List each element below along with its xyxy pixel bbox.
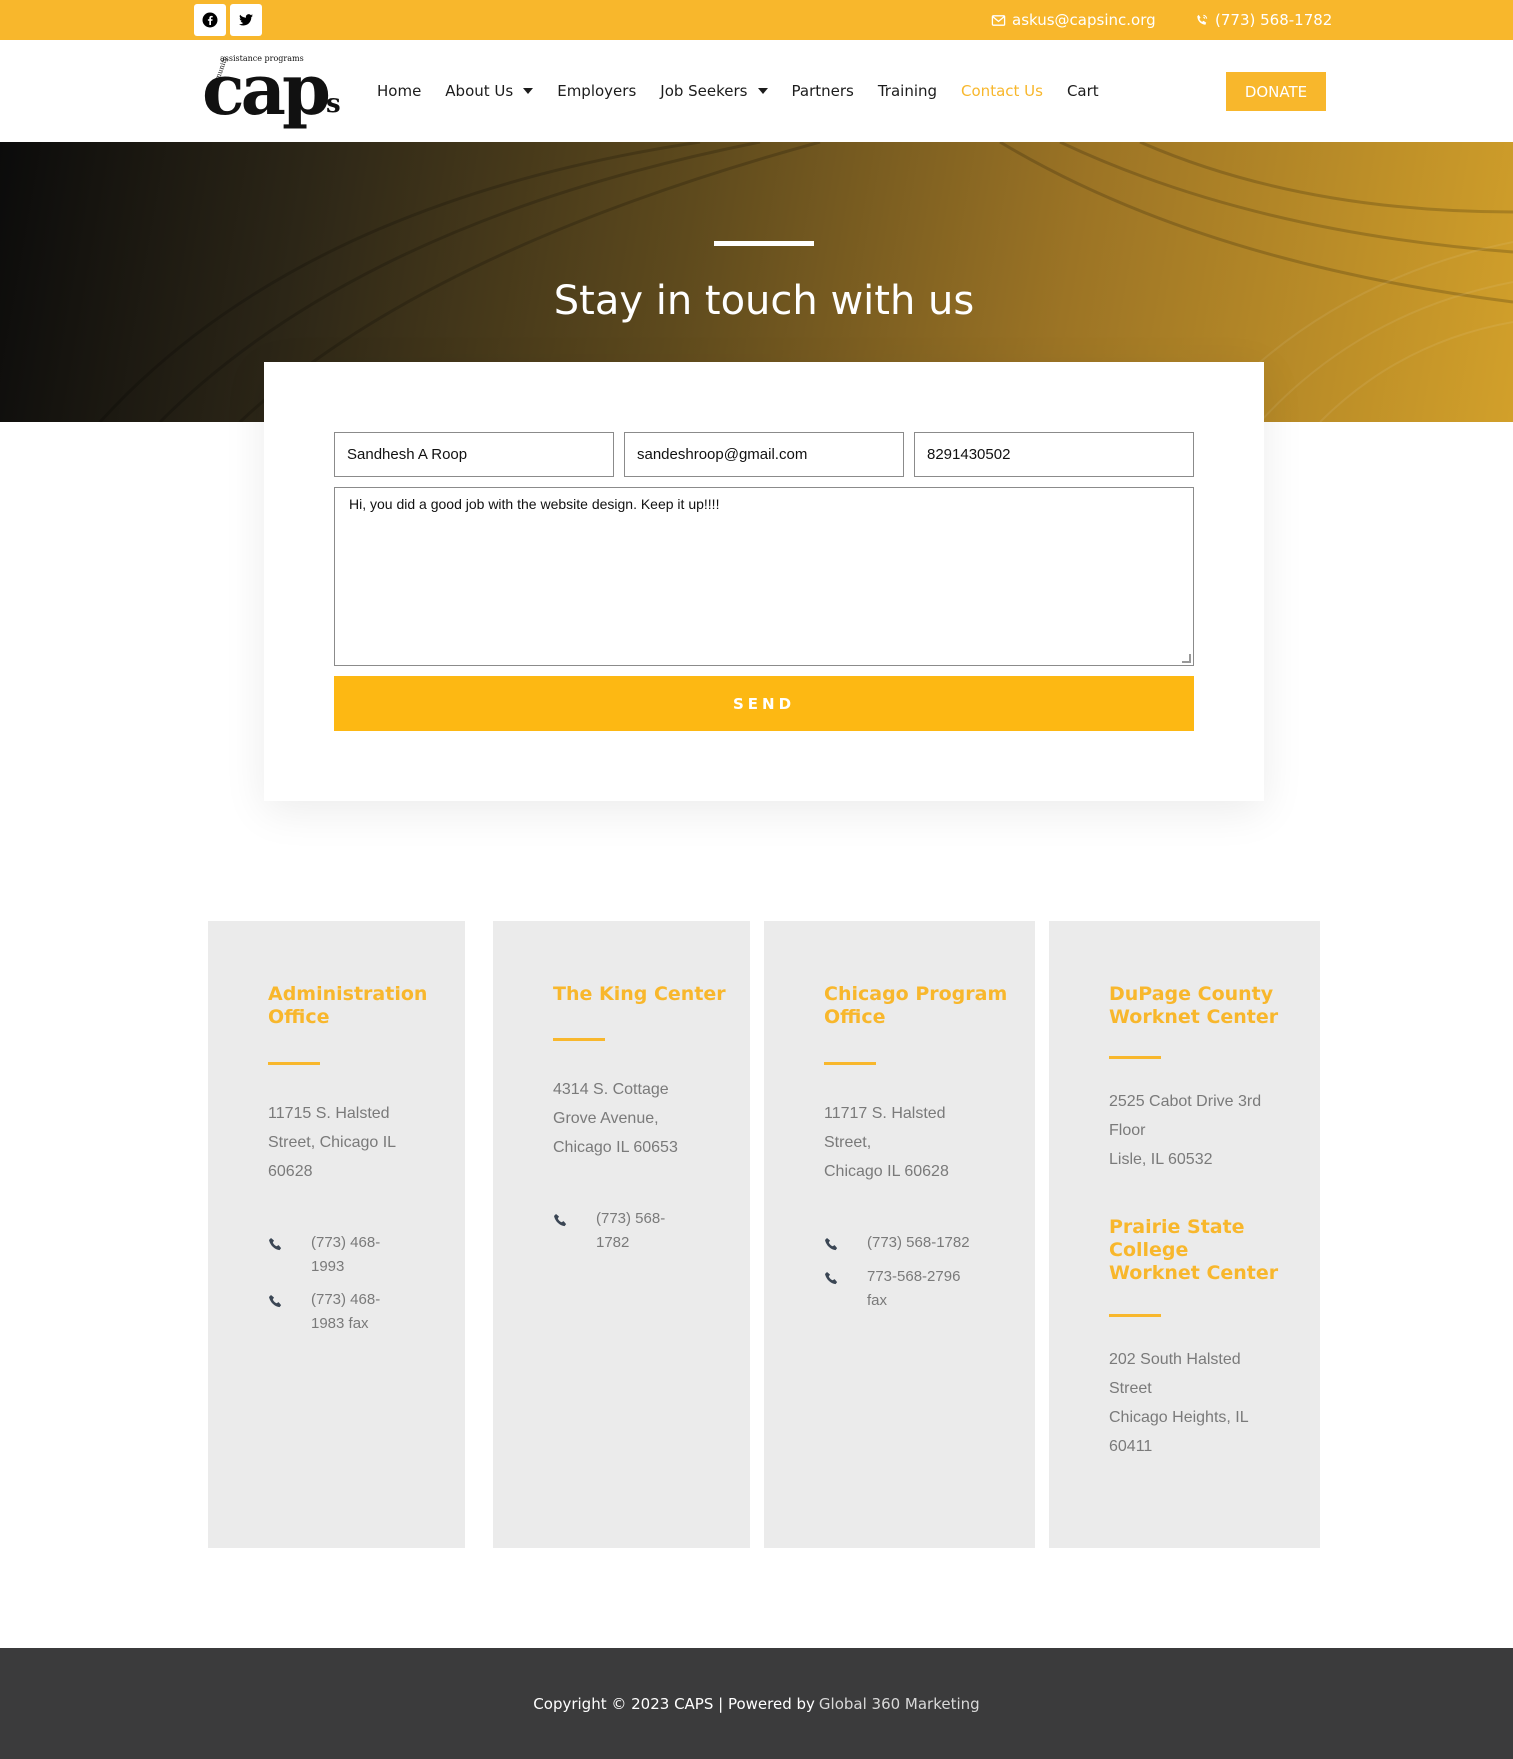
- office-card-dupage: DuPage County Worknet Center 2525 Cabot …: [1049, 921, 1320, 1548]
- office-fax[interactable]: (773) 468- 1983 fax: [268, 1288, 380, 1332]
- office-address-prairie-state: 202 South Halsted Street Chicago Heights…: [1109, 1351, 1249, 1455]
- svg-text:cap: cap: [202, 48, 329, 131]
- message-text: Hi, you did a good job with the website …: [349, 496, 720, 512]
- svg-text:s: s: [326, 89, 341, 119]
- office-title: The King Center: [553, 983, 726, 1005]
- email-field[interactable]: sandeshroop@gmail.com: [624, 432, 904, 477]
- office-phone[interactable]: (773) 468- 1993: [268, 1231, 380, 1275]
- nav-home[interactable]: Home: [377, 82, 421, 100]
- nav-job-seekers-label: Job Seekers: [660, 82, 748, 100]
- nav-about-us-label: About Us: [445, 82, 514, 100]
- facebook-icon: [202, 12, 218, 28]
- phone-icon: [269, 1238, 282, 1251]
- phone-icon: [269, 1295, 282, 1308]
- office-fax-text: (773) 468- 1983 fax: [311, 1291, 381, 1332]
- office-fax[interactable]: 773-568-2796 fax: [824, 1265, 960, 1309]
- office-address: 11717 S. Halsted Street, Chicago IL 6062…: [824, 1105, 949, 1180]
- nav-training[interactable]: Training: [878, 82, 937, 100]
- office-divider: [824, 1062, 876, 1065]
- copyright-text: Copyright © 2023 CAPS | Powered by: [533, 1694, 815, 1713]
- donate-button[interactable]: DONATE: [1226, 72, 1326, 111]
- office-phone[interactable]: (773) 568-1782: [824, 1231, 970, 1252]
- nav-partners[interactable]: Partners: [792, 82, 854, 100]
- office-title: DuPage County Worknet Center: [1109, 983, 1279, 1028]
- nav-contact-us-label: Contact Us: [961, 82, 1043, 100]
- top-phone-text: (773) 568-1782: [1215, 11, 1333, 29]
- office-phone-text: (773) 468- 1993: [311, 1234, 381, 1275]
- facebook-link[interactable]: [194, 4, 226, 36]
- footer-credit-link[interactable]: Global 360 Marketing: [819, 1695, 980, 1713]
- office-phone[interactable]: (773) 568- 1782: [553, 1207, 665, 1251]
- nav-employers[interactable]: Employers: [557, 82, 636, 100]
- phone-volume-icon: [1197, 14, 1208, 25]
- phone-field[interactable]: 8291430502: [914, 432, 1194, 477]
- office-address: 2525 Cabot Drive 3rd Floor Lisle, IL 605…: [1109, 1093, 1262, 1168]
- office-card-administration: Administration Office 11715 S. Halsted S…: [208, 921, 465, 1548]
- office-divider: [1109, 1056, 1161, 1059]
- office-title-prairie-state: Prairie State College Worknet Center: [1109, 1216, 1279, 1284]
- office-title: Administration Office: [268, 983, 428, 1028]
- office-title: Chicago Program Office: [824, 983, 1008, 1028]
- resize-handle-icon[interactable]: [1182, 654, 1191, 663]
- twitter-link[interactable]: [230, 4, 262, 36]
- office-card-king-center: The King Center 4314 S. Cottage Grove Av…: [493, 921, 750, 1548]
- office-divider: [1109, 1314, 1161, 1317]
- nav-training-label: Training: [877, 82, 938, 100]
- phone-icon: [825, 1238, 838, 1251]
- office-address: 11715 S. Halsted Street, Chicago IL 6062…: [268, 1105, 397, 1180]
- office-phone-text: (773) 568-1782: [867, 1234, 970, 1251]
- nav-about-us[interactable]: About Us: [445, 82, 534, 100]
- office-card-chicago-program: Chicago Program Office 11717 S. Halsted …: [764, 921, 1035, 1548]
- office-fax-text: 773-568-2796 fax: [867, 1268, 961, 1309]
- nav-contact-us[interactable]: Contact Us: [961, 82, 1043, 100]
- top-email-text: askus@capsinc.org: [1012, 11, 1156, 29]
- page-title: Stay in touch with us: [553, 278, 975, 324]
- office-divider: [553, 1038, 605, 1041]
- nav-home-label: Home: [377, 82, 422, 100]
- name-field[interactable]: Sandhesh A Roop: [334, 432, 614, 477]
- top-phone[interactable]: (773) 568-1782: [1194, 0, 1332, 40]
- office-phone-text: (773) 568- 1782: [596, 1210, 666, 1251]
- message-field[interactable]: Hi, you did a good job with the website …: [334, 487, 1194, 666]
- chevron-down-icon: [757, 88, 768, 94]
- phone-icon: [554, 1214, 567, 1227]
- site-footer: Copyright © 2023 CAPS | Powered by Globa…: [0, 1648, 1513, 1759]
- nav-cart[interactable]: Cart: [1067, 82, 1099, 100]
- nav-cart-label: Cart: [1066, 82, 1099, 100]
- hero-divider: [714, 241, 814, 246]
- top-email[interactable]: askus@capsinc.org: [991, 0, 1156, 40]
- main-nav: Home About Us Employers Job Seekers Part…: [377, 40, 1123, 142]
- contact-form-card: Sandhesh A Roop sandeshroop@gmail.com 82…: [264, 362, 1264, 801]
- envelope-icon: [991, 14, 1006, 26]
- nav-job-seekers[interactable]: Job Seekers: [660, 82, 768, 100]
- caps-logo[interactable]: assistance programs community cap s: [198, 48, 346, 138]
- phone-icon: [825, 1272, 838, 1285]
- send-button[interactable]: SEND: [334, 676, 1194, 731]
- nav-employers-label: Employers: [557, 82, 637, 100]
- office-address: 4314 S. Cottage Grove Avenue, Chicago IL…: [553, 1081, 678, 1156]
- twitter-icon: [239, 14, 253, 26]
- chevron-down-icon: [523, 88, 534, 94]
- office-divider: [268, 1062, 320, 1065]
- top-bar: askus@capsinc.org (773) 568-1782: [0, 0, 1513, 40]
- nav-partners-label: Partners: [791, 82, 854, 100]
